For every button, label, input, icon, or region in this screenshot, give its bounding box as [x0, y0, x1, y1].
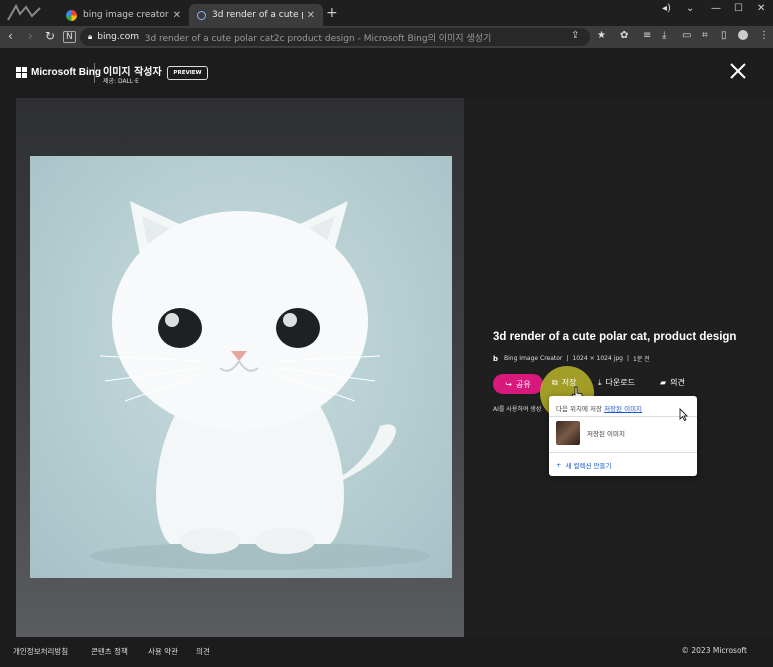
share-icon: ↪: [505, 379, 512, 389]
product-subtitle: 제공: DALL·E: [103, 78, 139, 85]
save-location-prefix: 다음 위치에 저장: [556, 405, 602, 413]
url-path: 3d render of a cute polar cat2c product …: [144, 33, 492, 44]
microsoft-logo-icon: [16, 67, 27, 78]
tab-close-icon[interactable]: ✕: [307, 10, 315, 21]
download-icon: ⤓: [598, 377, 602, 387]
reader-mode-icon[interactable]: N: [63, 31, 76, 43]
new-tab-button[interactable]: +: [326, 5, 338, 21]
arrow-cursor-icon: [679, 408, 688, 421]
created-time: 1분 전: [633, 356, 650, 363]
feedback-button[interactable]: ▰ 의견: [660, 377, 685, 388]
reading-list-icon[interactable]: ≡: [643, 30, 651, 41]
download-label: 다운로드: [605, 378, 635, 387]
download-button[interactable]: ⤓ 다운로드: [598, 377, 635, 388]
menu-divider: [549, 416, 697, 417]
meta-separator: |: [566, 355, 569, 362]
lock-icon: 🔒︎: [88, 32, 93, 41]
meta-separator: |: [627, 355, 630, 362]
share-page-icon[interactable]: ⇪: [571, 30, 579, 41]
feedback-label: 의견: [670, 378, 685, 387]
header-divider: [94, 63, 95, 83]
create-collection-button[interactable]: + 새 컬렉션 만들기: [556, 460, 611, 470]
reload-button[interactable]: ↻: [45, 29, 55, 43]
save-menu-header: 다음 위치에 저장 저장된 이미지: [556, 403, 642, 413]
feedback-icon: ▰: [660, 378, 667, 387]
window-close-button[interactable]: ✕: [757, 3, 765, 14]
tab-google-search[interactable]: bing image creator - Googl ✕: [58, 4, 189, 26]
sidepanel-icon[interactable]: ▯: [721, 30, 727, 41]
extension-icon[interactable]: ✿: [620, 30, 628, 41]
bing-b-icon: b: [493, 355, 499, 363]
tab-search-chevron-icon[interactable]: ⌄: [686, 3, 694, 14]
tab-bing-image[interactable]: 3d render of a cute polar ca ✕: [189, 4, 323, 26]
bookmark-star-icon[interactable]: ★: [597, 30, 606, 41]
tab-title: 3d render of a cute polar ca: [212, 10, 303, 20]
saved-images-link[interactable]: 저장된 이미지: [604, 405, 642, 413]
google-icon: [66, 9, 77, 21]
footer-content-policy-link[interactable]: 콘텐츠 정책: [91, 646, 128, 657]
back-button[interactable]: ‹: [8, 29, 13, 43]
address-bar[interactable]: 🔒︎ bing.com 3d render of a cute polar ca…: [80, 28, 590, 46]
brand-name: Microsoft Bing: [31, 67, 101, 78]
share-button[interactable]: ↪ 공유: [493, 374, 543, 394]
media-control-icon[interactable]: ◂): [662, 3, 671, 14]
page-footer: 개인정보처리방침 콘텐츠 정책 사용 약관 의견 © 2023 Microsof…: [0, 637, 773, 667]
download-icon[interactable]: ⤓: [662, 30, 666, 41]
create-collection-label: 새 컬렉션 만들기: [565, 462, 612, 470]
close-icon[interactable]: [728, 61, 748, 81]
screenshot-icon[interactable]: ⌗: [702, 30, 708, 41]
collection-thumbnail: [556, 421, 580, 445]
browser-profile-logo-icon: [7, 4, 41, 21]
image-details-panel: 3d render of a cute polar cat, product d…: [464, 98, 773, 637]
profile-avatar-icon[interactable]: [738, 30, 748, 40]
image-meta: b Bing Image Creator | 1024 × 1024 jpg |…: [493, 354, 650, 363]
preview-badge: PREVIEW: [167, 66, 208, 80]
saved-images-collection-item[interactable]: 저장된 이미지: [556, 421, 690, 445]
footer-terms-link[interactable]: 사용 약관: [148, 646, 178, 657]
url-host: bing.com: [97, 32, 139, 42]
microsoft-bing-logo[interactable]: Microsoft Bing: [16, 67, 101, 78]
page-header: Microsoft Bing 이미지 작성자 제공: DALL·E PREVIE…: [0, 48, 773, 98]
share-label: 공유: [515, 379, 531, 389]
save-collection-icon: ⧉: [552, 377, 558, 387]
image-dimensions: 1024 × 1024 jpg: [572, 355, 623, 362]
copyright: © 2023 Microsoft: [681, 646, 748, 655]
image-viewer: [16, 98, 464, 637]
save-to-collection-menu: 다음 위치에 저장 저장된 이미지 저장된 이미지 + 새 컬렉션 만들기: [549, 396, 697, 476]
menu-divider: [549, 452, 697, 453]
minimize-button[interactable]: —: [711, 3, 721, 14]
plus-icon: +: [556, 461, 562, 469]
browser-toolbar: ‹ › ↻ N 🔒︎ bing.com 3d render of a cute …: [0, 26, 773, 48]
collection-label: 저장된 이미지: [587, 430, 625, 438]
prompt-title: 3d render of a cute polar cat, product d…: [493, 331, 737, 343]
footer-feedback-link[interactable]: 의견: [196, 646, 210, 657]
bing-search-icon: [197, 10, 206, 20]
video-icon[interactable]: ▭: [682, 30, 691, 41]
polar-cat-illustration: [90, 201, 430, 570]
source-label: Bing Image Creator: [504, 355, 563, 362]
footer-privacy-link[interactable]: 개인정보처리방침: [13, 646, 68, 657]
browser-tab-strip: bing image creator - Googl ✕ 3d render o…: [0, 0, 773, 26]
maximize-button[interactable]: ☐: [734, 3, 743, 14]
forward-button[interactable]: ›: [28, 29, 33, 43]
generated-image[interactable]: [30, 156, 452, 578]
tab-title: bing image creator - Googl: [83, 10, 169, 20]
ai-generated-note: AI를 사용하여 생성: [493, 406, 542, 413]
bing-image-creator-page: Microsoft Bing 이미지 작성자 제공: DALL·E PREVIE…: [0, 48, 773, 667]
menu-dots-icon[interactable]: ⋮: [759, 30, 769, 41]
tab-close-icon[interactable]: ✕: [173, 10, 181, 21]
